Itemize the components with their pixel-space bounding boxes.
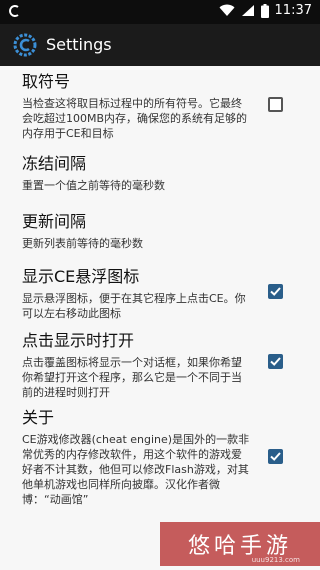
fetch-symbols-checkbox[interactable] [268,97,283,112]
app-bar: Settings [0,24,320,66]
pref-show-floating-icon[interactable]: 显示CE悬浮图标 显示悬浮图标，便于在其它程序上点击CE。你可以左右移动此图标 [22,267,252,321]
pref-title: 显示CE悬浮图标 [22,267,140,286]
open-on-click-checkbox[interactable] [268,354,283,369]
pref-title: 取符号 [22,72,71,91]
show-floating-icon-checkbox[interactable] [268,284,283,299]
pref-freeze-interval[interactable]: 冻结间隔 重置一个值之前等待的毫秒数 [22,154,252,193]
pref-summary: 点击覆盖图标将显示一个对话框，如果你希望你希望打开这个程序，那么它是一个不同于当… [22,356,242,399]
checkmark-icon [270,452,281,461]
watermark-logo: 悠哈手游 uuu9213.com [160,522,320,566]
signal-icon [241,5,254,16]
watermark-url: uuu9213.com [251,556,300,564]
pref-update-interval[interactable]: 更新间隔 更新列表前等待的毫秒数 [22,212,252,251]
pref-open-on-click[interactable]: 点击显示时打开 点击覆盖图标将显示一个对话框，如果你希望你希望打开这个程序，那么… [22,331,252,400]
pref-summary: 当检查这将取目标过程中的所有符号。它最终会吃超过100MB内存，确保您的系统有足… [22,97,248,140]
pref-title: 更新间隔 [22,212,87,231]
pref-title: 点击显示时打开 [22,331,135,350]
wifi-icon [219,4,235,16]
pref-summary: 重置一个值之前等待的毫秒数 [22,179,165,192]
about-checkbox[interactable] [268,449,283,464]
pref-about[interactable]: 关于 CE游戏修改器(cheat engine)是国外的一款非常优秀的内存修改软… [22,408,252,507]
pref-fetch-symbols[interactable]: 取符号 当检查这将取目标过程中的所有符号。它最终会吃超过100MB内存，确保您的… [22,72,252,141]
pref-summary: CE游戏修改器(cheat engine)是国外的一款非常优秀的内存修改软件，用… [22,433,250,506]
cheat-engine-logo-icon[interactable] [13,33,37,57]
status-time: 11:37 [274,3,312,18]
pref-title: 冻结间隔 [22,154,87,173]
status-right-group: 11:37 [219,3,312,18]
pref-summary: 更新列表前等待的毫秒数 [22,237,143,250]
pref-summary: 显示悬浮图标，便于在其它程序上点击CE。你可以左右移动此图标 [22,292,246,320]
status-bar: 11:37 [0,0,320,24]
page-title: Settings [46,35,112,54]
battery-icon [260,3,269,18]
settings-list: 取符号 当检查这将取目标过程中的所有符号。它最终会吃超过100MB内存，确保您的… [0,66,320,570]
checkmark-icon [270,287,281,296]
checkmark-icon [270,357,281,366]
app-notification-icon [9,5,19,17]
pref-title: 关于 [22,408,55,427]
